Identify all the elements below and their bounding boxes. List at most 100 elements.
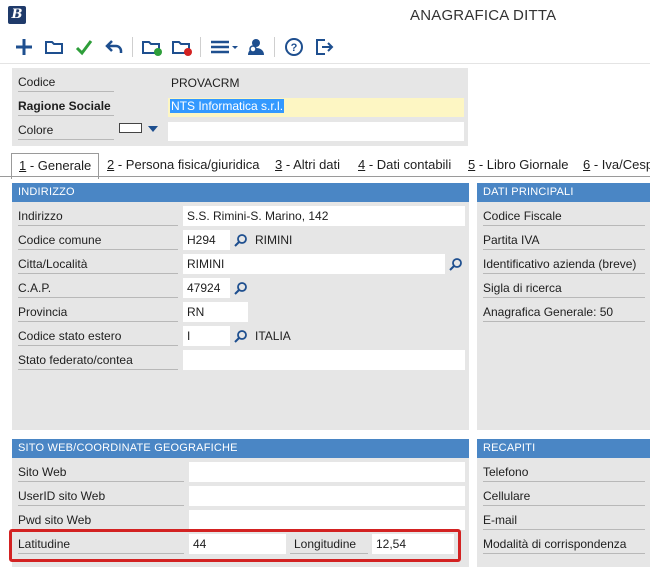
provincia-label: Provincia <box>18 305 68 319</box>
tab-divider <box>0 176 650 177</box>
toolbar: ? <box>0 30 650 64</box>
folder-green-icon[interactable] <box>140 35 164 59</box>
menu-icon[interactable] <box>208 35 240 59</box>
chevron-down-icon[interactable] <box>146 121 160 136</box>
label-underline <box>18 297 178 298</box>
colore-label: Colore <box>18 123 54 137</box>
exit-icon[interactable] <box>312 35 336 59</box>
label-underline <box>483 249 645 250</box>
codice-comune-field[interactable]: H294 <box>183 230 230 250</box>
title-bar: B ANAGRAFICA DITTA <box>0 0 650 30</box>
userid-label: UserID sito Web <box>18 489 106 503</box>
sito-web-section: SITO WEB/COORDINATE GEOGRAFICHE Sito Web… <box>12 439 469 567</box>
stato-federato-field[interactable] <box>183 350 465 370</box>
provincia-field[interactable]: RN <box>183 302 248 322</box>
header-panel: Codice PROVACRM Ragione Sociale NTS Info… <box>12 68 468 146</box>
sito-web-section-title: SITO WEB/COORDINATE GEOGRAFICHE <box>12 439 469 458</box>
indirizzo-section-title: INDIRIZZO <box>12 183 469 202</box>
sigla-row: Sigla di ricerca <box>477 276 650 300</box>
stato-estero-name: ITALIA <box>255 329 291 343</box>
ragione-sociale-field[interactable]: NTS Informatica s.r.l. <box>168 98 464 117</box>
recapiti-section: RECAPITI Telefono Cellulare E-mail Modal… <box>477 439 650 567</box>
label-underline <box>483 225 645 226</box>
tab-libro-giornale[interactable]: 5 - Libro Giornale <box>468 153 568 177</box>
stato-federato-label: Stato federato/contea <box>18 353 133 367</box>
label-underline <box>483 481 645 482</box>
latitudine-label: Latitudine <box>18 537 71 551</box>
email-label: E-mail <box>483 513 518 527</box>
color-swatch[interactable] <box>119 123 142 133</box>
pwd-row: Pwd sito Web <box>12 508 469 532</box>
citta-label: Citta/Località <box>18 257 88 271</box>
toolbar-separator <box>132 37 133 57</box>
plus-icon[interactable] <box>12 35 36 59</box>
undo-icon[interactable] <box>102 35 126 59</box>
pwd-label: Pwd sito Web <box>18 513 92 527</box>
sito-web-field[interactable] <box>189 462 465 482</box>
folder-red-icon[interactable] <box>170 35 194 59</box>
longitudine-field[interactable]: 12,54 <box>372 534 454 554</box>
window-title: ANAGRAFICA DITTA <box>410 7 557 24</box>
label-underline <box>18 249 178 250</box>
label-underline <box>18 91 114 92</box>
user-search-icon[interactable] <box>244 35 268 59</box>
indirizzo-label: Indirizzo <box>18 209 63 223</box>
toolbar-separator <box>200 37 201 57</box>
ragione-sociale-label: Ragione Sociale <box>18 99 111 113</box>
search-icon[interactable] <box>231 230 251 250</box>
anagrafica-generale-row: Anagrafica Generale: 50 <box>477 300 650 324</box>
cellulare-row: Cellulare <box>477 484 650 508</box>
email-row: E-mail <box>477 508 650 532</box>
partita-iva-row: Partita IVA <box>477 228 650 252</box>
indirizzo-row: Indirizzo S.S. Rimini-S. Marino, 142 <box>12 204 469 228</box>
tab-dati-contabili[interactable]: 4 - Dati contabili <box>358 153 451 177</box>
modalita-label: Modalità di corrispondenza <box>483 537 627 551</box>
tab-altri-dati[interactable]: 3 - Altri dati <box>275 153 340 177</box>
open-folder-icon[interactable] <box>42 35 66 59</box>
label-underline <box>18 481 184 482</box>
indirizzo-section: INDIRIZZO Indirizzo S.S. Rimini-S. Marin… <box>12 183 469 430</box>
label-underline <box>18 225 178 226</box>
label-underline <box>483 297 645 298</box>
search-icon[interactable] <box>446 254 466 274</box>
pwd-field[interactable] <box>189 510 465 530</box>
latitudine-field[interactable]: 44 <box>189 534 286 554</box>
search-icon[interactable] <box>231 326 251 346</box>
colore-row: Colore <box>12 119 468 141</box>
label-underline <box>483 529 645 530</box>
dati-principali-section: DATI PRINCIPALI Codice Fiscale Partita I… <box>477 183 650 430</box>
userid-field[interactable] <box>189 486 465 506</box>
codice-row: Codice PROVACRM <box>12 71 468 93</box>
cap-field[interactable]: 47924 <box>183 278 230 298</box>
label-underline <box>18 345 178 346</box>
search-icon[interactable] <box>231 278 251 298</box>
sito-web-row: Sito Web <box>12 460 469 484</box>
stato-federato-row: Stato federato/contea <box>12 348 469 372</box>
tab-iva-cespiti[interactable]: 6 - Iva/Cesp <box>583 153 650 177</box>
dati-principali-section-title: DATI PRINCIPALI <box>477 183 650 202</box>
ragione-sociale-row: Ragione Sociale NTS Informatica s.r.l. <box>12 95 468 117</box>
sito-web-label: Sito Web <box>18 465 67 479</box>
recapiti-section-title: RECAPITI <box>477 439 650 458</box>
indirizzo-field[interactable]: S.S. Rimini-S. Marino, 142 <box>183 206 465 226</box>
label-underline <box>18 115 114 116</box>
label-underline <box>290 553 368 554</box>
label-underline <box>483 553 645 554</box>
help-icon[interactable]: ? <box>282 35 306 59</box>
modalita-row: Modalità di corrispondenza <box>477 532 650 556</box>
label-underline <box>483 505 645 506</box>
citta-field[interactable]: RIMINI <box>183 254 445 274</box>
label-underline <box>483 273 645 274</box>
check-icon[interactable] <box>72 35 96 59</box>
coordinate-row: Latitudine 44 Longitudine 12,54 <box>12 532 469 556</box>
ragione-sociale-value: NTS Informatica s.r.l. <box>170 99 285 113</box>
codice-comune-label: Codice comune <box>18 233 102 247</box>
label-underline <box>18 505 184 506</box>
label-underline <box>18 529 184 530</box>
label-underline <box>18 369 178 370</box>
tab-persona-fisica-giuridica[interactable]: 2 - Persona fisica/giuridica <box>107 153 259 177</box>
stato-estero-row: Codice stato estero I ITALIA <box>12 324 469 348</box>
provincia-row: Provincia RN <box>12 300 469 324</box>
stato-estero-field[interactable]: I <box>183 326 230 346</box>
colore-field[interactable] <box>168 122 464 141</box>
